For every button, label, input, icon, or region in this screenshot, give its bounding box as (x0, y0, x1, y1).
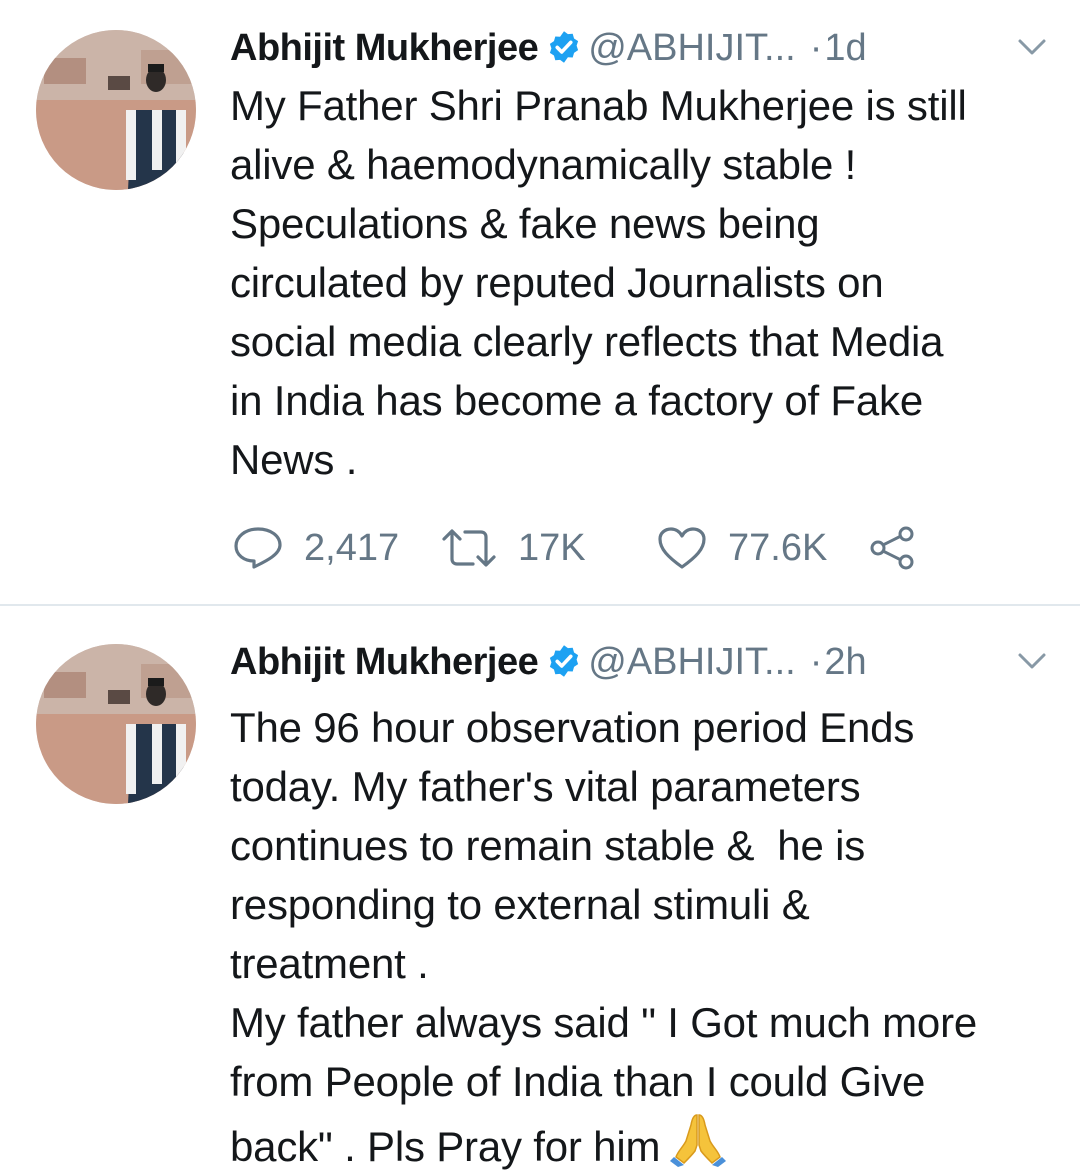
retweet-button[interactable]: 17K (440, 520, 586, 576)
tweet[interactable]: Abhijit Mukherjee @ABHIJIT... ·2h The 96 … (0, 606, 1080, 1172)
heart-icon (658, 527, 706, 569)
like-count: 77.6K (728, 526, 828, 569)
avatar[interactable] (36, 30, 196, 190)
folded-hands-emoji-icon (670, 1114, 727, 1167)
like-button[interactable]: 77.6K (656, 520, 827, 576)
reply-button[interactable]: 2,417 (232, 520, 399, 576)
share-button[interactable] (868, 520, 936, 576)
avatar-photo (36, 30, 196, 190)
share-icon (870, 526, 914, 570)
verified-badge-icon (550, 645, 579, 677)
chevron-down-icon[interactable] (1014, 646, 1050, 676)
tweet-timestamp[interactable]: 2h (824, 641, 866, 683)
chevron-down-icon[interactable] (1014, 32, 1050, 62)
tweet-text: My Father Shri Pranab Mukherjee is still… (230, 82, 967, 483)
tweet-timestamp[interactable]: 1d (824, 27, 866, 69)
tweet-header: Abhijit Mukherjee @ABHIJIT... ·2h (230, 634, 1050, 690)
user-handle[interactable]: @ABHIJIT... (588, 641, 796, 683)
avatar-photo (36, 644, 196, 804)
display-name[interactable]: Abhijit Mukherjee (230, 641, 539, 683)
reply-icon (234, 527, 282, 569)
separator-dot: · (809, 27, 823, 69)
tweet-text: The 96 hour observation period Ends toda… (230, 698, 1040, 1176)
tweet-text-content: The 96 hour observation period Ends toda… (230, 704, 978, 1170)
retweet-count: 17K (518, 526, 586, 569)
tweet-actions: 2,417 17K 77.6K (232, 520, 992, 576)
retweet-icon (442, 529, 496, 567)
tweet-header: Abhijit Mukherjee @ABHIJIT... ·1d (230, 20, 1050, 76)
verified-badge-icon (550, 31, 579, 63)
reply-count: 2,417 (304, 526, 400, 569)
display-name[interactable]: Abhijit Mukherjee (230, 27, 539, 69)
user-handle[interactable]: @ABHIJIT... (588, 27, 796, 69)
tweet[interactable]: Abhijit Mukherjee @ABHIJIT... ·1d My Fath… (0, 0, 1080, 604)
avatar[interactable] (36, 644, 196, 804)
separator-dot: · (809, 641, 823, 683)
